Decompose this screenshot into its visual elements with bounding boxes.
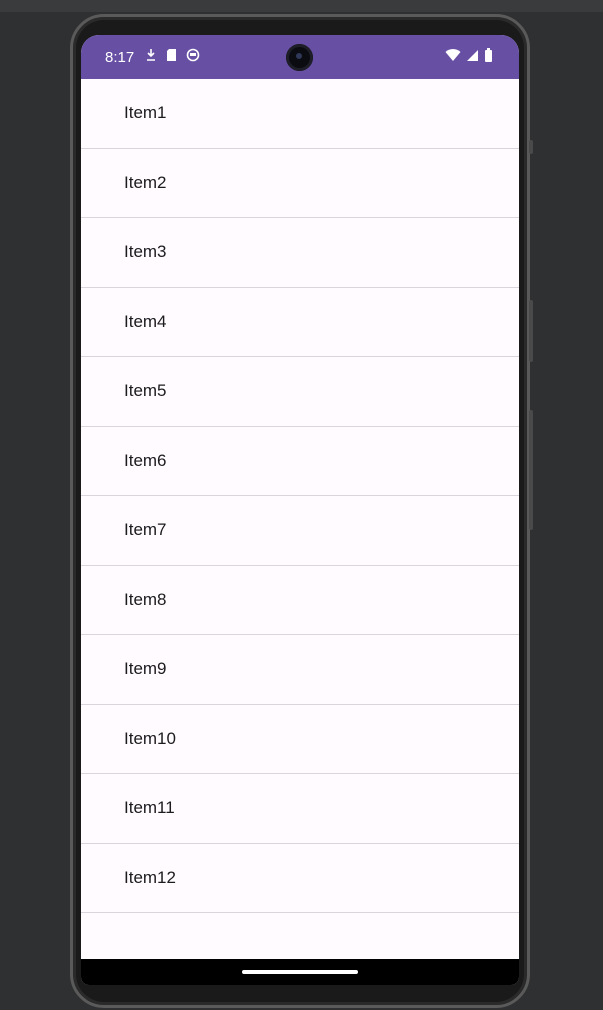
- status-bar: 8:17: [81, 35, 519, 79]
- wifi-icon: [445, 48, 461, 67]
- status-icons-right: [445, 48, 493, 67]
- front-camera: [286, 44, 313, 71]
- power-button[interactable]: [529, 300, 533, 362]
- volume-button[interactable]: [529, 410, 533, 530]
- list-item[interactable]: Item5: [81, 357, 519, 427]
- list-item[interactable]: Item10: [81, 705, 519, 774]
- cell-signal-icon: [466, 49, 479, 67]
- emulator-top-strip: [0, 0, 603, 12]
- navigation-bar: [81, 959, 519, 985]
- status-time: 8:17: [105, 49, 135, 66]
- phone-screen: 8:17 Item1 Item2 Item3 Item4 Item5 Item6…: [81, 35, 519, 985]
- notification-face-icon: [186, 48, 200, 67]
- list-item[interactable]: Item7: [81, 496, 519, 566]
- download-icon: [145, 48, 157, 67]
- side-button-top: [529, 140, 533, 154]
- sd-card-icon: [166, 48, 177, 67]
- battery-icon: [484, 48, 493, 67]
- status-icons-left: [145, 48, 200, 67]
- list-item[interactable]: Item2: [81, 149, 519, 218]
- list-item[interactable]: Item6: [81, 427, 519, 496]
- list-item[interactable]: Item8: [81, 566, 519, 635]
- item-list: Item1 Item2 Item3 Item4 Item5 Item6 Item…: [81, 79, 519, 913]
- list-item[interactable]: Item1: [81, 79, 519, 149]
- list-item[interactable]: Item4: [81, 288, 519, 357]
- home-gesture-handle[interactable]: [242, 970, 358, 974]
- list-item[interactable]: Item11: [81, 774, 519, 844]
- list-item[interactable]: Item9: [81, 635, 519, 705]
- list-item[interactable]: Item12: [81, 844, 519, 913]
- list-item[interactable]: Item3: [81, 218, 519, 288]
